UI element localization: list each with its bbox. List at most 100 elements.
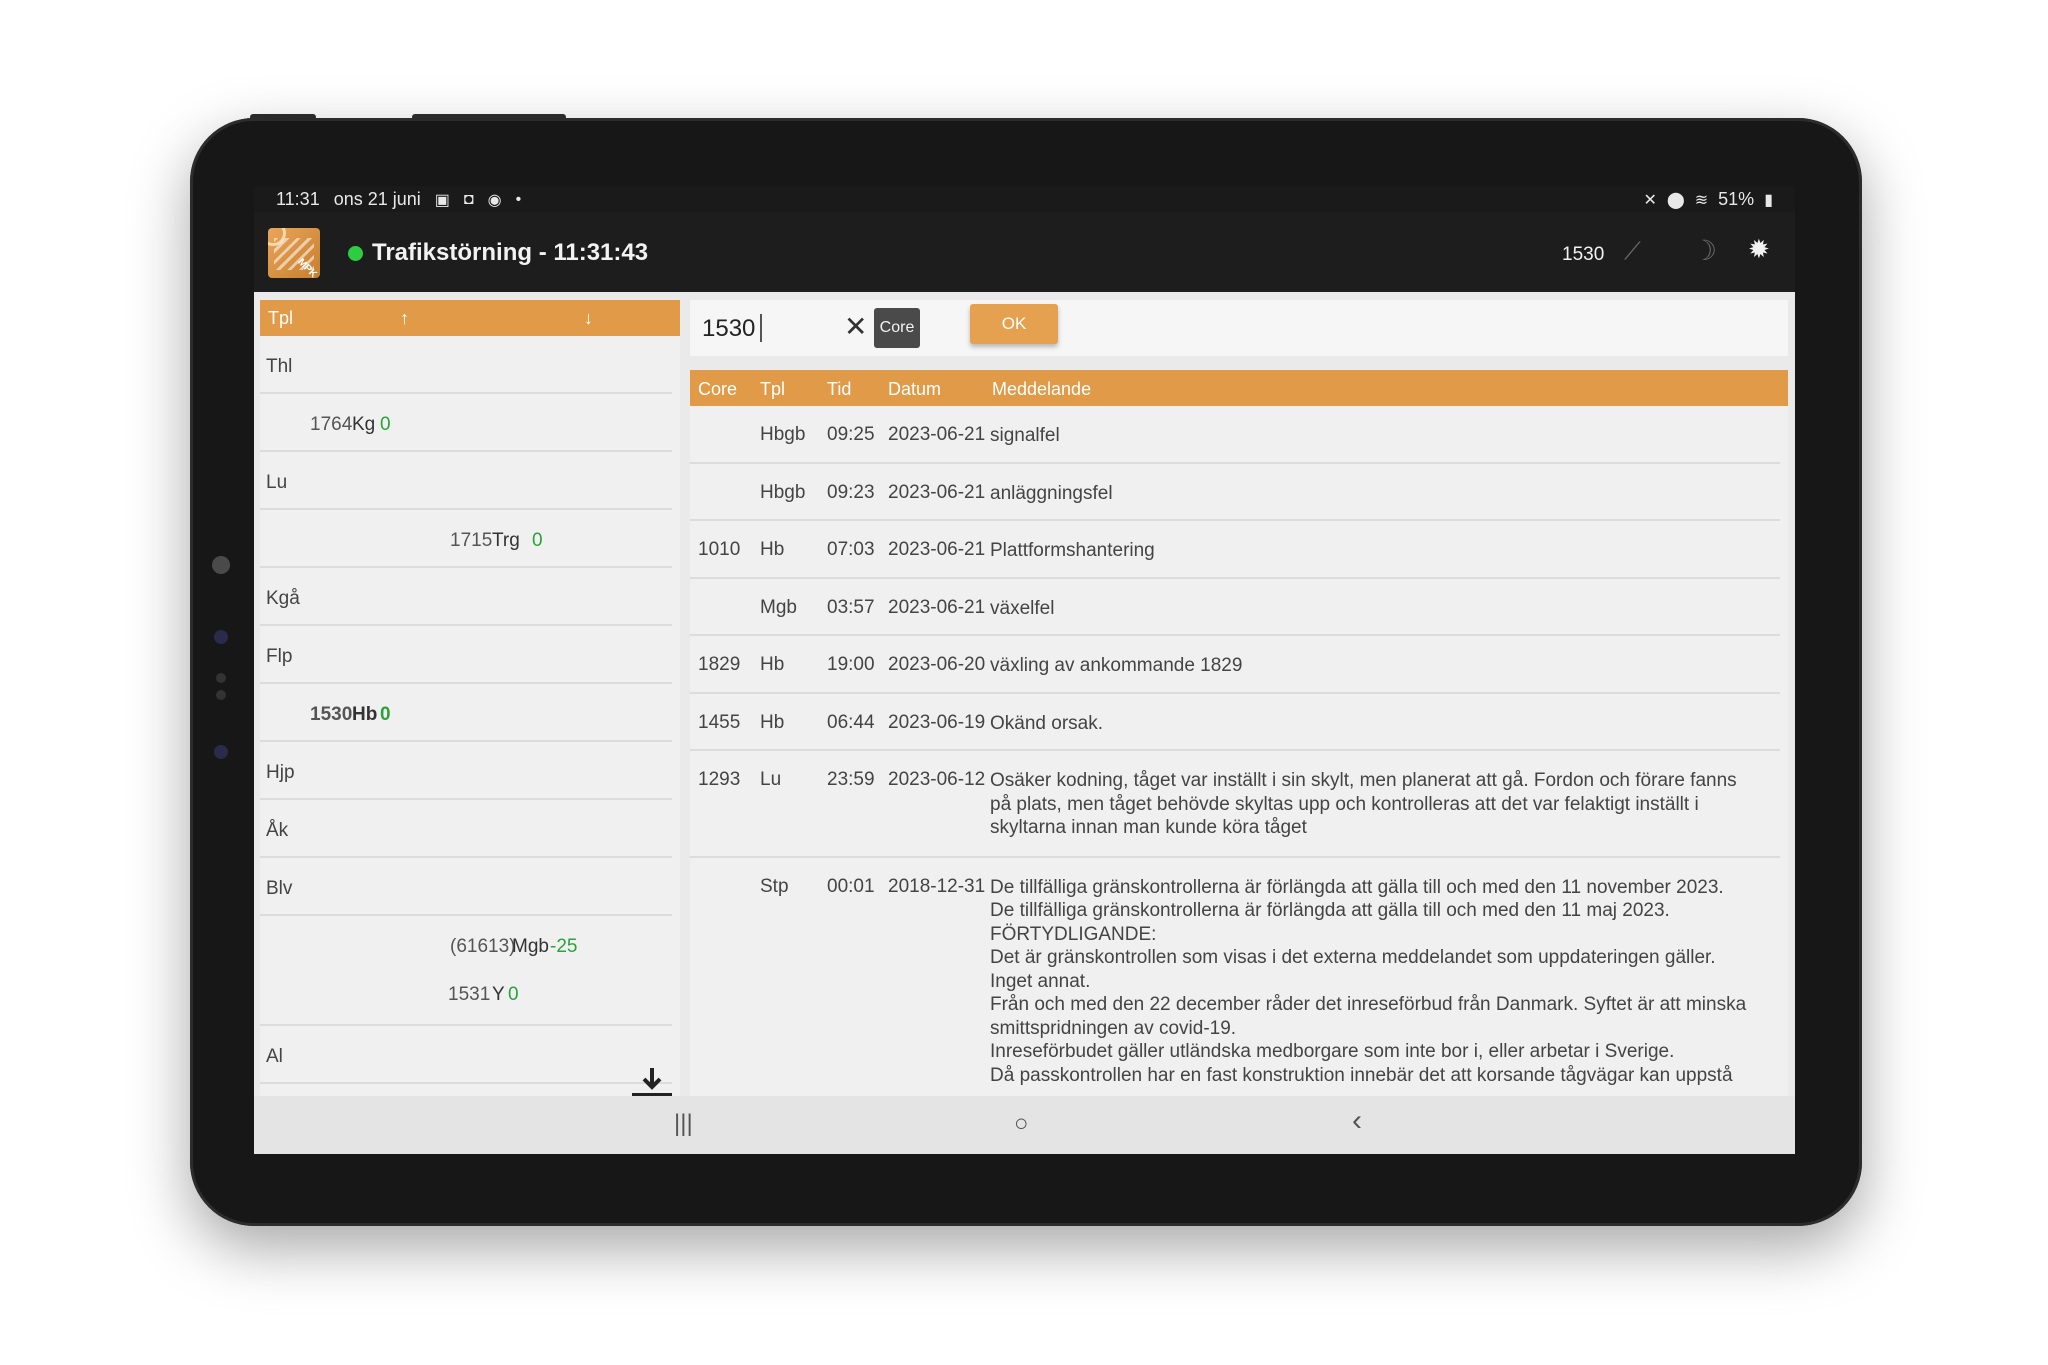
disruption-table: Core Tpl Tid Datum Meddelande Hbgb 09:25 2…	[690, 370, 1788, 1154]
bug-icon[interactable]: ✹	[1748, 234, 1770, 265]
cell-tid: 07:03	[827, 539, 875, 560]
search-input[interactable]: 1530	[702, 315, 755, 343]
train-number: 1530	[310, 704, 353, 725]
cell-tpl: Mgb	[760, 596, 797, 618]
train-station: Y	[492, 984, 505, 1005]
train-number: 1715	[450, 530, 493, 551]
chart-icon[interactable]: ⟋	[1624, 238, 1641, 266]
table-row[interactable]: 1455 Hb 06:44 2023-06-19 Okänd orsak.	[690, 694, 1780, 751]
recents-icon[interactable]: |||	[674, 1110, 693, 1138]
system-nav-bar: ||| ○ ‹	[254, 1096, 1795, 1154]
cell-tpl: Hbgb	[760, 481, 806, 503]
cell-datum: 2023-06-20	[888, 654, 986, 675]
column-tid[interactable]: Tid	[827, 379, 851, 400]
station-name: Kgå	[266, 588, 300, 609]
app-screen: 11:31 ons 21 juni ▣ ◘ ◉ • ✕ ⬤ ≋ 51% ▮ MP…	[254, 186, 1795, 1154]
cell-meddelande: Osäker kodning, tåget var inställt i sin…	[990, 770, 1737, 838]
station-name: Flp	[266, 646, 293, 667]
text-cursor	[760, 314, 762, 342]
train-delay: -25	[550, 936, 578, 957]
record-icon: ◘	[463, 190, 474, 208]
train-row[interactable]: 1715 Trg 0	[260, 510, 672, 568]
station-list-panel: Tpl ↑ ↓ Thl 1764 Kg 0 Lu 1715 Trg 0 Kgå Flp 1530 Hb…	[260, 300, 680, 1096]
cell-datum: 2023-06-12	[888, 769, 986, 790]
station-name: Hjp	[266, 762, 295, 783]
core-button[interactable]: Core	[874, 308, 920, 348]
search-bar: 1530 ✕ Core OK	[690, 300, 1788, 356]
collapse-icon[interactable]	[630, 1066, 674, 1096]
column-tpl[interactable]: Tpl	[268, 308, 293, 329]
battery-level: 51%	[1718, 189, 1755, 209]
cell-meddelande: växelfel	[990, 597, 1055, 619]
train-station: Kg	[352, 414, 376, 435]
sort-up-icon[interactable]: ↑	[400, 308, 409, 329]
station-name: Åk	[266, 820, 289, 841]
train-number: 1764	[310, 414, 353, 435]
cell-datum: 2023-06-19	[888, 711, 986, 733]
column-core[interactable]: Core	[698, 379, 737, 400]
cell-meddelande: anläggningsfel	[990, 482, 1113, 504]
station-name: Al	[266, 1046, 283, 1067]
power-button	[412, 114, 566, 120]
sort-down-icon[interactable]: ↓	[584, 308, 593, 329]
cell-core: 1010	[698, 539, 741, 560]
train-row[interactable]: (61613) Mgb -25 1531 Y 0	[260, 916, 672, 1026]
station-list-header: Tpl ↑ ↓	[260, 300, 680, 336]
cell-tid: 06:44	[827, 711, 875, 733]
back-icon[interactable]: ‹	[1352, 1104, 1362, 1138]
train-number: 1531	[448, 984, 491, 1005]
app-logo[interactable]: MPK	[268, 228, 320, 278]
status-bar: 11:31 ons 21 juni ▣ ◘ ◉ • ✕ ⬤ ≋ 51% ▮	[254, 186, 1795, 212]
image-icon: ▣	[434, 191, 450, 209]
cell-meddelande: växling av ankommande 1829	[990, 655, 1243, 676]
cell-datum: 2023-06-21	[888, 481, 986, 503]
cell-tpl: Stp	[760, 875, 789, 897]
table-row[interactable]: 1829 Hb 19:00 2023-06-20 växling av ankomman…	[690, 636, 1780, 694]
train-row[interactable]: 1530 Hb 0	[260, 684, 672, 742]
table-row[interactable]: 1293 Lu 23:59 2023-06-12 Osäker kodning, tåg…	[690, 751, 1780, 858]
station-row[interactable]: Flp	[260, 626, 672, 684]
mute-icon: ✕	[1643, 191, 1657, 209]
table-row[interactable]: Stp 00:01 2018-12-31 De tillfälliga gränsko…	[690, 858, 1780, 1105]
station-name: Thl	[266, 356, 293, 377]
station-row[interactable]: Åk	[260, 800, 672, 858]
train-number[interactable]: 1530	[1562, 244, 1604, 266]
cell-tpl: Hb	[760, 711, 785, 733]
station-row[interactable]: Al	[260, 1026, 672, 1084]
station-row[interactable]: Lu	[260, 452, 672, 510]
wifi-icon: ≋	[1694, 191, 1709, 209]
table-row[interactable]: Hbgb 09:25 2023-06-21 signalfel	[690, 406, 1780, 464]
moon-icon[interactable]: ☽	[1692, 234, 1717, 267]
cell-meddelande: Okänd orsak.	[990, 712, 1103, 734]
sensor-icon	[216, 690, 226, 700]
cell-datum: 2018-12-31	[888, 875, 986, 897]
cell-datum: 2023-06-21	[888, 424, 986, 445]
station-row[interactable]: Hjp	[260, 742, 672, 800]
front-camera	[212, 556, 230, 574]
close-icon[interactable]: ✕	[844, 310, 867, 343]
train-delay: 0	[532, 530, 543, 551]
table-row[interactable]: Hbgb 09:23 2023-06-21 anläggningsfel	[690, 464, 1780, 521]
home-icon[interactable]: ○	[1014, 1110, 1029, 1138]
train-delay: 0	[508, 984, 519, 1005]
cell-core: 1829	[698, 654, 741, 675]
cell-datum: 2023-06-21	[888, 596, 986, 618]
status-indicator	[348, 246, 363, 261]
column-datum[interactable]: Datum	[888, 379, 941, 400]
table-row[interactable]: 1010 Hb 07:03 2023-06-21 Plattformshantering	[690, 521, 1780, 579]
train-number: (61613)	[450, 936, 516, 957]
app-bar: MPK Trafikstörning - 11:31:43 1530 ⟋ ☽ ✹	[254, 212, 1795, 292]
station-row[interactable]: Kgå	[260, 568, 672, 626]
train-row[interactable]: 1764 Kg 0	[260, 394, 672, 452]
station-row[interactable]: Blv	[260, 858, 672, 916]
column-meddelande[interactable]: Meddelande	[992, 379, 1091, 400]
station-row[interactable]: Thl	[260, 336, 672, 394]
dot-icon: •	[515, 190, 522, 208]
cell-tid: 00:01	[827, 875, 875, 897]
train-delay: 0	[380, 704, 391, 725]
cell-meddelande: De tillfälliga gränskontrollerna är förl…	[990, 876, 1747, 1086]
table-row[interactable]: Mgb 03:57 2023-06-21 växelfel	[690, 579, 1780, 636]
cell-meddelande: Plattformshantering	[990, 540, 1155, 561]
column-tpl[interactable]: Tpl	[760, 379, 785, 400]
ok-button[interactable]: OK	[970, 304, 1058, 344]
